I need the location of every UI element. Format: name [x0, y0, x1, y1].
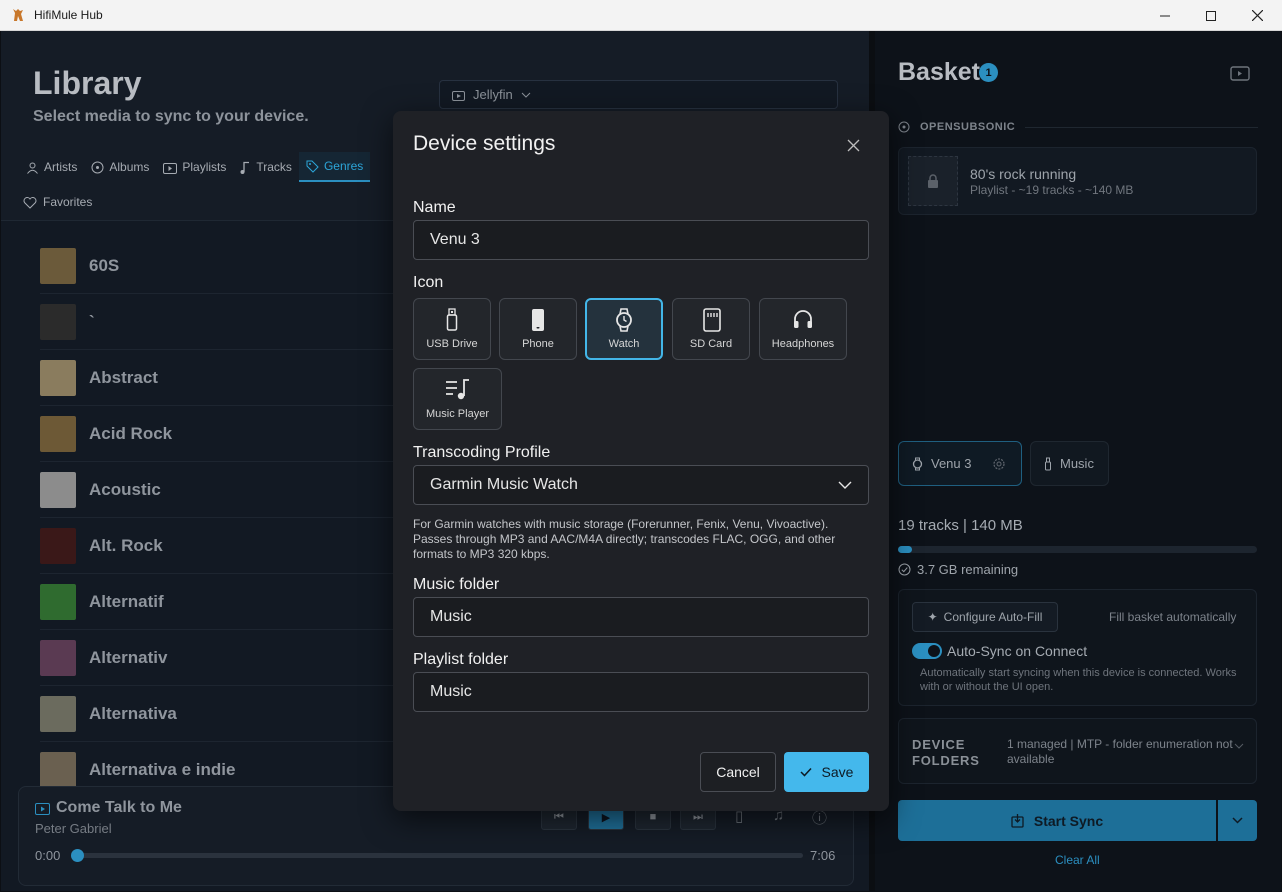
usb-icon: [446, 308, 458, 331]
button-label: Save: [821, 764, 854, 780]
maximize-icon: [1206, 10, 1216, 21]
close-icon: [847, 139, 859, 151]
watch-icon: [616, 308, 632, 332]
music-folder-input[interactable]: Music: [413, 597, 869, 637]
icon-option-label: Watch: [608, 338, 640, 350]
phone-icon: [532, 309, 544, 331]
minimize-icon: [1160, 15, 1170, 16]
transcoding-profile-label: Transcoding Profile: [413, 444, 551, 461]
close-window-button[interactable]: [1234, 0, 1280, 31]
maximize-button[interactable]: [1188, 0, 1234, 31]
check-icon: [800, 767, 812, 777]
icon-option-headphones[interactable]: Headphones: [759, 298, 847, 360]
playlist-folder-value: Music: [430, 683, 472, 700]
music-folder-label: Music folder: [413, 576, 500, 593]
icon-option-phone[interactable]: Phone: [499, 298, 577, 360]
icon-option-sd-card[interactable]: SD Card: [672, 298, 750, 360]
transcoding-profile-help: For Garmin watches with music storage (F…: [413, 517, 836, 561]
dialog-title: Device settings: [413, 132, 556, 155]
cancel-button[interactable]: Cancel: [700, 752, 776, 792]
name-label: Name: [413, 199, 456, 216]
chevron-down-icon: [838, 481, 852, 489]
title-bar: HifiMule Hub: [0, 0, 1282, 31]
icon-option-label: Music Player: [426, 408, 489, 420]
transcoding-profile-select[interactable]: Garmin Music Watch: [413, 465, 869, 505]
window-title: HifiMule Hub: [34, 8, 103, 22]
minimize-button[interactable]: [1142, 0, 1188, 31]
headphones-icon: [794, 310, 812, 328]
icon-option-music-player[interactable]: Music Player: [413, 368, 502, 430]
icon-option-usb-drive[interactable]: USB Drive: [413, 298, 491, 360]
icon-option-label: USB Drive: [426, 338, 478, 350]
icon-option-label: Headphones: [771, 338, 835, 350]
close-icon: [1251, 10, 1263, 21]
sd-card-icon: [703, 308, 721, 332]
icon-option-label: Phone: [522, 338, 554, 350]
playlist-folder-label: Playlist folder: [413, 651, 509, 668]
device-name-value: Venu 3: [430, 231, 480, 248]
save-button[interactable]: Save: [784, 752, 869, 792]
icon-option-watch[interactable]: Watch: [585, 298, 663, 360]
music-player-icon: [445, 379, 469, 400]
device-settings-dialog: Device settings Name Venu 3 Icon USB Dri…: [393, 111, 889, 811]
playlist-folder-input[interactable]: Music: [413, 672, 869, 712]
music-folder-value: Music: [430, 608, 472, 625]
device-name-input[interactable]: Venu 3: [413, 220, 869, 260]
icon-label: Icon: [413, 274, 444, 291]
icon-option-label: SD Card: [689, 338, 733, 350]
app-logo-icon: [13, 9, 23, 21]
transcoding-profile-value: Garmin Music Watch: [430, 476, 578, 493]
dialog-close-button[interactable]: [841, 133, 865, 157]
